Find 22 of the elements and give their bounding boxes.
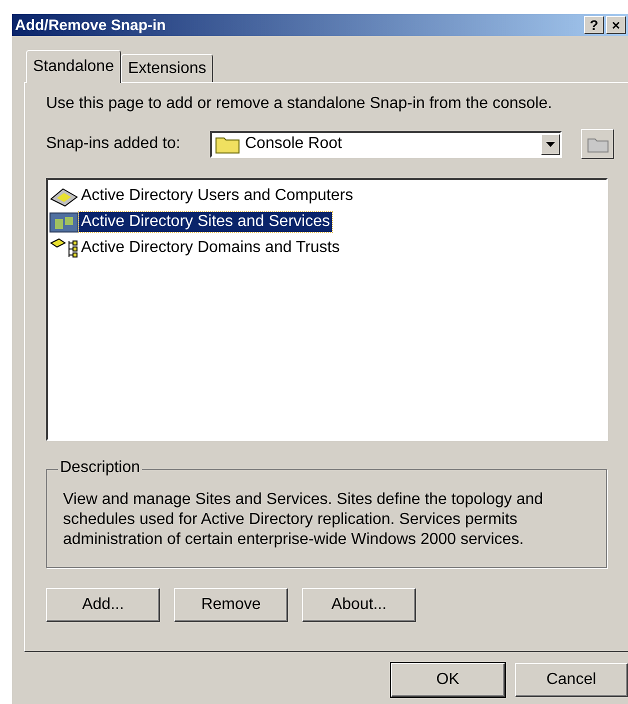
tab[interactable]: Extensions [120,54,214,82]
snap-in-icon [49,237,79,259]
dropdown-button[interactable] [541,134,560,154]
list-item[interactable]: Active Directory Domains and Trusts [79,238,342,258]
action-button[interactable]: Add... [46,588,160,622]
snap-in-icon [49,211,79,233]
action-button[interactable]: Remove [174,588,288,622]
tab[interactable]: Standalone [26,50,121,83]
group-title: Description [58,459,142,477]
help-button[interactable]: ? [584,16,604,34]
window-title: Add/Remove Snap-in [15,16,166,34]
snap-ins-dropdown[interactable]: Console Root [210,130,562,158]
action-button[interactable]: About... [302,588,416,622]
cancel-button[interactable]: Cancel [514,663,628,697]
list-item[interactable]: Active Directory Users and Computers [79,186,356,206]
caret-icon [546,142,555,146]
close-button[interactable]: × [606,16,626,34]
description-text: View and manage Sites and Services. Sites define the topology and schedules used for Active Directory replication. Services permits administration of certain enterprise-wide Windows 2000 services. [63,490,544,550]
list-item[interactable]: Active Directory Sites and Services [79,212,332,232]
field-label: Snap-ins added to: [46,135,182,153]
ok-button[interactable]: OK [391,663,504,697]
intro-text: Use this page to add or remove a standalone Snap-in from the console. [46,95,554,113]
